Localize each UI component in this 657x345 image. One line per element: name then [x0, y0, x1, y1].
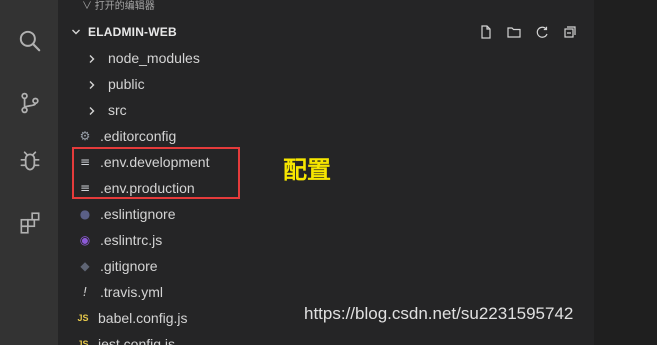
- text-lines-icon: ≡: [79, 181, 91, 195]
- tree-item-label: .travis.yml: [100, 284, 163, 300]
- diamond-icon: ◆: [80, 259, 90, 273]
- new-folder-icon[interactable]: [506, 24, 522, 40]
- tree-item-label: .eslintrc.js: [100, 232, 163, 248]
- tree-item-jest-config-js[interactable]: JS jest.config.js: [58, 331, 594, 345]
- js-icon: JS: [77, 339, 89, 345]
- editor-area: [594, 0, 657, 345]
- project-section-header[interactable]: ELADMIN-WEB: [58, 20, 594, 44]
- tree-item-editorconfig[interactable]: ⚙ .editorconfig: [58, 123, 594, 149]
- activity-bar: [0, 0, 58, 345]
- tree-item-public[interactable]: public: [58, 71, 594, 97]
- refresh-icon[interactable]: [534, 24, 550, 40]
- tree-item-node-modules[interactable]: node_modules: [58, 45, 594, 71]
- vscode-window: ∨ 打开的编辑器 ELADMIN-WEB node_modules public…: [0, 0, 657, 345]
- open-editors-section-header[interactable]: ∨ 打开的编辑器: [58, 0, 618, 14]
- new-file-icon[interactable]: [478, 24, 494, 40]
- tree-item-eslintrc-js[interactable]: ◉ .eslintrc.js: [58, 227, 594, 253]
- tree-item-label: src: [108, 102, 127, 118]
- tree-item-gitignore[interactable]: ◆ .gitignore: [58, 253, 594, 279]
- collapse-all-icon[interactable]: [562, 24, 578, 40]
- watermark-text: https://blog.csdn.net/su2231595742: [304, 304, 574, 323]
- circle-icon: ●: [79, 207, 91, 221]
- debug-icon[interactable]: [17, 149, 43, 175]
- circle-icon: ◉: [79, 233, 91, 247]
- search-icon[interactable]: [17, 28, 43, 54]
- tree-item-label: .env.development: [100, 154, 210, 170]
- chevron-down-icon: [70, 26, 82, 38]
- annotation-text: 配置: [283, 156, 331, 184]
- js-icon: JS: [77, 313, 89, 323]
- chevron-right-icon: [86, 104, 98, 116]
- project-name: ELADMIN-WEB: [88, 25, 177, 39]
- chevron-right-icon: [86, 52, 98, 64]
- tree-item-label: node_modules: [108, 50, 200, 66]
- extensions-icon[interactable]: [17, 210, 43, 236]
- tree-item-label: .eslintignore: [100, 206, 176, 222]
- screenshot-frame: ∨ 打开的编辑器 ELADMIN-WEB node_modules public…: [0, 0, 657, 345]
- text-lines-icon: ≡: [79, 155, 91, 169]
- chevron-right-icon: [86, 78, 98, 90]
- source-control-icon[interactable]: [17, 90, 43, 116]
- tree-item-label: public: [108, 76, 145, 92]
- explorer-actions: [478, 20, 578, 44]
- gear-icon: ⚙: [79, 129, 91, 143]
- tree-item-label: .env.production: [100, 180, 195, 196]
- tree-item-src[interactable]: src: [58, 97, 594, 123]
- tree-item-eslintignore[interactable]: ● .eslintignore: [58, 201, 594, 227]
- tree-item-travis-yml[interactable]: ! .travis.yml: [58, 279, 594, 305]
- exclamation-icon: !: [82, 285, 88, 299]
- tree-item-label: jest.config.js: [98, 336, 176, 345]
- tree-item-label: .gitignore: [100, 258, 158, 274]
- tree-item-label: babel.config.js: [98, 310, 188, 326]
- tree-item-label: .editorconfig: [100, 128, 177, 144]
